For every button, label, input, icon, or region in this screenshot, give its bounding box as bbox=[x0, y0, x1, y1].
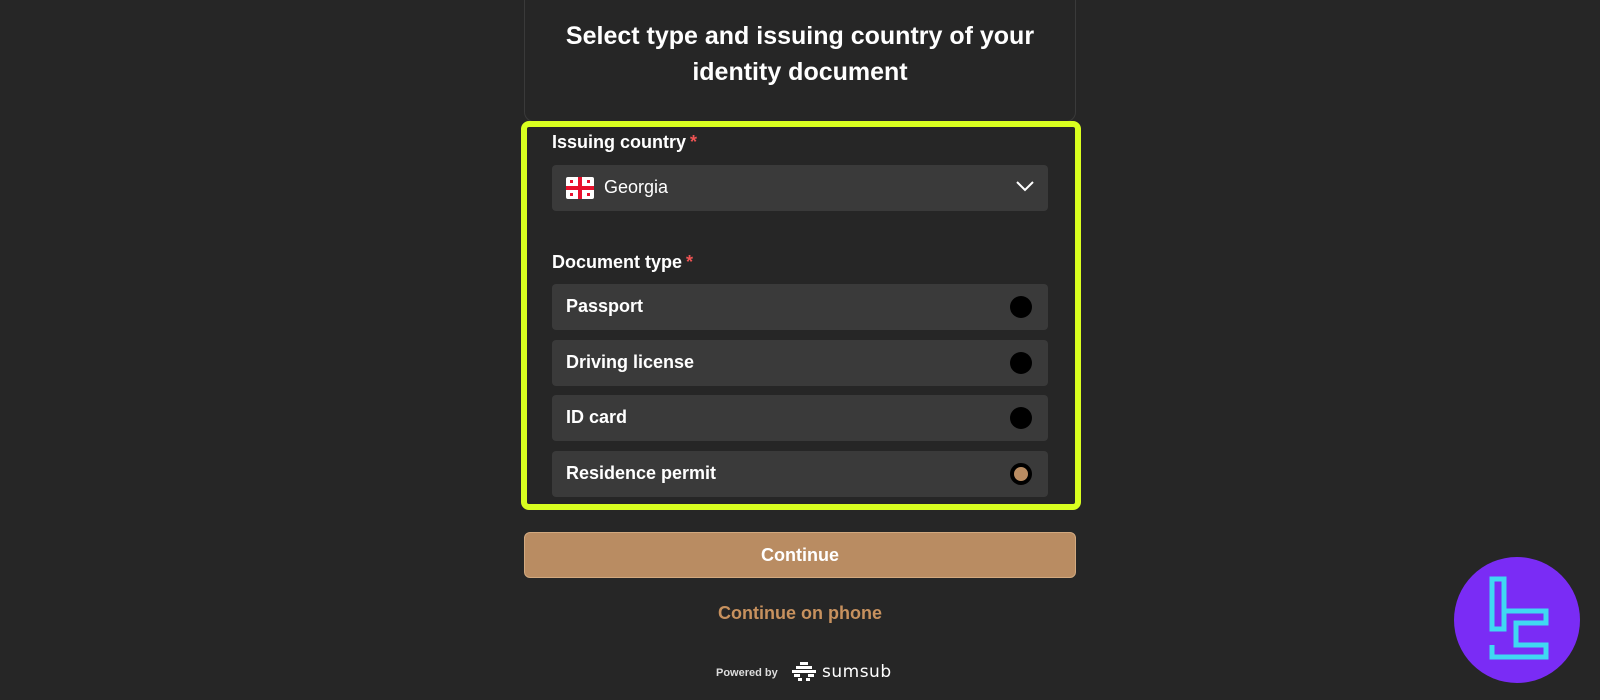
document-type-label-text: Document type bbox=[552, 252, 683, 272]
required-mark: * bbox=[690, 132, 698, 152]
sumsub-brand-text: sumsub bbox=[822, 662, 892, 682]
continue-on-phone-link[interactable]: Continue on phone bbox=[524, 603, 1076, 624]
option-passport[interactable]: Passport bbox=[552, 284, 1048, 330]
powered-by-footer: Powered by sumsub bbox=[700, 658, 900, 688]
georgia-flag-icon bbox=[566, 177, 594, 199]
option-label: Driving license bbox=[566, 352, 695, 372]
option-id-card[interactable]: ID card bbox=[552, 395, 1048, 441]
page-title: Select type and issuing country of your … bbox=[565, 22, 1035, 86]
radio-button[interactable] bbox=[1010, 407, 1032, 429]
radio-button-selected[interactable] bbox=[1010, 463, 1032, 485]
option-label: ID card bbox=[566, 407, 628, 427]
option-label: Passport bbox=[566, 296, 644, 316]
option-driving-license[interactable]: Driving license bbox=[552, 340, 1048, 386]
watermark-glyph-icon bbox=[1489, 576, 1549, 660]
page: Select type and issuing country of your … bbox=[0, 0, 1600, 700]
powered-by-text: Powered by bbox=[716, 667, 778, 679]
radio-button[interactable] bbox=[1010, 296, 1032, 318]
radio-button[interactable] bbox=[1010, 352, 1032, 374]
issuing-country-select[interactable]: Georgia bbox=[552, 165, 1048, 211]
option-label: Residence permit bbox=[566, 463, 717, 483]
watermark-logo-icon bbox=[1454, 557, 1580, 683]
issuing-country-value: Georgia bbox=[604, 177, 669, 197]
issuing-country-label-text: Issuing country bbox=[552, 132, 687, 152]
sumsub-logo-icon bbox=[792, 662, 816, 681]
chevron-down-icon bbox=[1016, 181, 1034, 192]
option-residence-permit[interactable]: Residence permit bbox=[552, 451, 1048, 497]
continue-button[interactable]: Continue bbox=[524, 532, 1076, 578]
document-type-label: Document type * bbox=[552, 252, 693, 273]
required-mark: * bbox=[686, 252, 694, 272]
issuing-country-label: Issuing country * bbox=[552, 132, 697, 153]
